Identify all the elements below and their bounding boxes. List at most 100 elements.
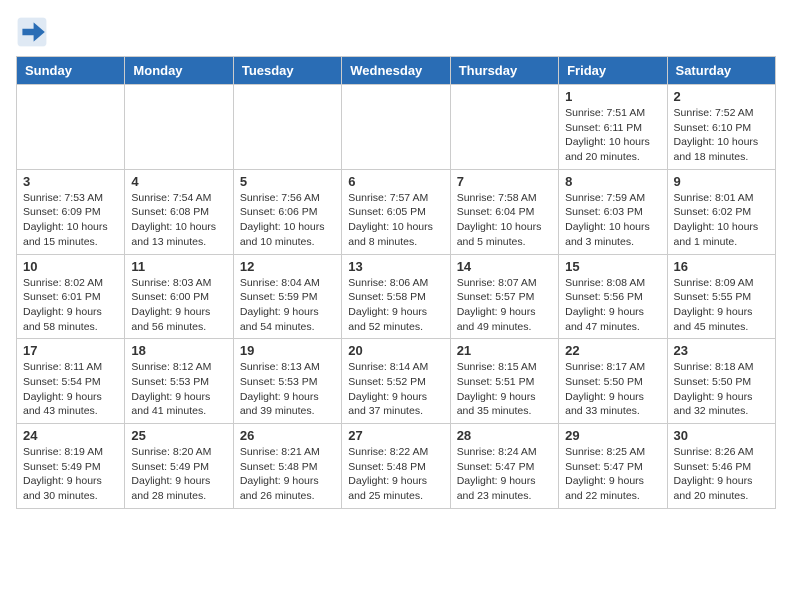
calendar-day-cell: 12 Sunrise: 8:04 AM Sunset: 5:59 PM Dayli…	[233, 254, 341, 339]
weekday-header: Thursday	[450, 57, 558, 85]
day-info: Sunrise: 7:57 AM Sunset: 6:05 PM Dayligh…	[348, 191, 443, 250]
day-number: 14	[457, 259, 552, 274]
day-info: Sunrise: 8:13 AM Sunset: 5:53 PM Dayligh…	[240, 360, 335, 419]
calendar-day-cell: 29 Sunrise: 8:25 AM Sunset: 5:47 PM Dayli…	[559, 424, 667, 509]
calendar-day-cell	[125, 85, 233, 170]
day-info: Sunrise: 8:07 AM Sunset: 5:57 PM Dayligh…	[457, 276, 552, 335]
day-number: 7	[457, 174, 552, 189]
calendar-day-cell	[233, 85, 341, 170]
day-info: Sunrise: 8:15 AM Sunset: 5:51 PM Dayligh…	[457, 360, 552, 419]
weekday-header: Monday	[125, 57, 233, 85]
calendar-week-row: 3 Sunrise: 7:53 AM Sunset: 6:09 PM Daylig…	[17, 169, 776, 254]
day-info: Sunrise: 8:21 AM Sunset: 5:48 PM Dayligh…	[240, 445, 335, 504]
day-number: 27	[348, 428, 443, 443]
day-info: Sunrise: 7:54 AM Sunset: 6:08 PM Dayligh…	[131, 191, 226, 250]
calendar-day-cell: 5 Sunrise: 7:56 AM Sunset: 6:06 PM Daylig…	[233, 169, 341, 254]
day-number: 24	[23, 428, 118, 443]
day-info: Sunrise: 8:19 AM Sunset: 5:49 PM Dayligh…	[23, 445, 118, 504]
day-number: 19	[240, 343, 335, 358]
logo-icon	[16, 16, 48, 48]
day-number: 21	[457, 343, 552, 358]
calendar-day-cell: 23Sunrise: 8:18 AM Sunset: 5:50 PM Dayli…	[667, 339, 775, 424]
calendar-day-cell: 3 Sunrise: 7:53 AM Sunset: 6:09 PM Daylig…	[17, 169, 125, 254]
calendar-day-cell: 16 Sunrise: 8:09 AM Sunset: 5:55 PM Dayli…	[667, 254, 775, 339]
day-number: 16	[674, 259, 769, 274]
day-info: Sunrise: 8:08 AM Sunset: 5:56 PM Dayligh…	[565, 276, 660, 335]
calendar-day-cell: 1 Sunrise: 7:51 AM Sunset: 6:11 PM Daylig…	[559, 85, 667, 170]
page-header	[16, 16, 776, 48]
day-number: 4	[131, 174, 226, 189]
day-info: Sunrise: 8:09 AM Sunset: 5:55 PM Dayligh…	[674, 276, 769, 335]
day-number: 2	[674, 89, 769, 104]
calendar-day-cell: 28 Sunrise: 8:24 AM Sunset: 5:47 PM Dayli…	[450, 424, 558, 509]
day-number: 11	[131, 259, 226, 274]
day-info: Sunrise: 7:58 AM Sunset: 6:04 PM Dayligh…	[457, 191, 552, 250]
day-info: Sunrise: 8:06 AM Sunset: 5:58 PM Dayligh…	[348, 276, 443, 335]
day-info: Sunrise: 8:04 AM Sunset: 5:59 PM Dayligh…	[240, 276, 335, 335]
day-number: 15	[565, 259, 660, 274]
day-info: Sunrise: 8:20 AM Sunset: 5:49 PM Dayligh…	[131, 445, 226, 504]
calendar-day-cell: 17 Sunrise: 8:11 AM Sunset: 5:54 PM Dayli…	[17, 339, 125, 424]
calendar-day-cell	[342, 85, 450, 170]
day-number: 30	[674, 428, 769, 443]
weekday-header: Wednesday	[342, 57, 450, 85]
day-number: 28	[457, 428, 552, 443]
calendar-week-row: 24 Sunrise: 8:19 AM Sunset: 5:49 PM Dayli…	[17, 424, 776, 509]
day-number: 25	[131, 428, 226, 443]
calendar-day-cell: 9Sunrise: 8:01 AM Sunset: 6:02 PM Daylig…	[667, 169, 775, 254]
day-number: 26	[240, 428, 335, 443]
calendar-table: SundayMondayTuesdayWednesdayThursdayFrid…	[16, 56, 776, 509]
day-number: 18	[131, 343, 226, 358]
day-number: 22	[565, 343, 660, 358]
calendar-week-row: 17 Sunrise: 8:11 AM Sunset: 5:54 PM Dayli…	[17, 339, 776, 424]
day-number: 12	[240, 259, 335, 274]
day-number: 8	[565, 174, 660, 189]
day-info: Sunrise: 7:59 AM Sunset: 6:03 PM Dayligh…	[565, 191, 660, 250]
day-info: Sunrise: 8:14 AM Sunset: 5:52 PM Dayligh…	[348, 360, 443, 419]
day-info: Sunrise: 8:25 AM Sunset: 5:47 PM Dayligh…	[565, 445, 660, 504]
day-number: 20	[348, 343, 443, 358]
day-info: Sunrise: 8:18 AM Sunset: 5:50 PM Dayligh…	[674, 360, 769, 419]
day-info: Sunrise: 7:53 AM Sunset: 6:09 PM Dayligh…	[23, 191, 118, 250]
calendar-day-cell: 20 Sunrise: 8:14 AM Sunset: 5:52 PM Dayli…	[342, 339, 450, 424]
day-info: Sunrise: 7:56 AM Sunset: 6:06 PM Dayligh…	[240, 191, 335, 250]
day-number: 5	[240, 174, 335, 189]
day-number: 1	[565, 89, 660, 104]
weekday-header: Friday	[559, 57, 667, 85]
calendar-day-cell: 14 Sunrise: 8:07 AM Sunset: 5:57 PM Dayli…	[450, 254, 558, 339]
calendar-day-cell: 11 Sunrise: 8:03 AM Sunset: 6:00 PM Dayli…	[125, 254, 233, 339]
calendar-day-cell: 15 Sunrise: 8:08 AM Sunset: 5:56 PM Dayli…	[559, 254, 667, 339]
day-info: Sunrise: 8:12 AM Sunset: 5:53 PM Dayligh…	[131, 360, 226, 419]
weekday-header: Sunday	[17, 57, 125, 85]
calendar-day-cell: 2 Sunrise: 7:52 AM Sunset: 6:10 PM Daylig…	[667, 85, 775, 170]
calendar-day-cell: 25 Sunrise: 8:20 AM Sunset: 5:49 PM Dayli…	[125, 424, 233, 509]
calendar-day-cell: 27 Sunrise: 8:22 AM Sunset: 5:48 PM Dayli…	[342, 424, 450, 509]
day-info: Sunrise: 8:11 AM Sunset: 5:54 PM Dayligh…	[23, 360, 118, 419]
calendar-day-cell: 24 Sunrise: 8:19 AM Sunset: 5:49 PM Dayli…	[17, 424, 125, 509]
day-info: Sunrise: 7:52 AM Sunset: 6:10 PM Dayligh…	[674, 106, 769, 165]
calendar-day-cell: 21 Sunrise: 8:15 AM Sunset: 5:51 PM Dayli…	[450, 339, 558, 424]
day-number: 17	[23, 343, 118, 358]
day-info: Sunrise: 8:22 AM Sunset: 5:48 PM Dayligh…	[348, 445, 443, 504]
day-number: 3	[23, 174, 118, 189]
calendar-day-cell: 30Sunrise: 8:26 AM Sunset: 5:46 PM Dayli…	[667, 424, 775, 509]
calendar-day-cell	[450, 85, 558, 170]
calendar-day-cell: 8 Sunrise: 7:59 AM Sunset: 6:03 PM Daylig…	[559, 169, 667, 254]
day-info: Sunrise: 8:17 AM Sunset: 5:50 PM Dayligh…	[565, 360, 660, 419]
calendar-week-row: 10Sunrise: 8:02 AM Sunset: 6:01 PM Dayli…	[17, 254, 776, 339]
day-number: 9	[674, 174, 769, 189]
weekday-header: Saturday	[667, 57, 775, 85]
calendar-day-cell: 6 Sunrise: 7:57 AM Sunset: 6:05 PM Daylig…	[342, 169, 450, 254]
calendar-day-cell: 4 Sunrise: 7:54 AM Sunset: 6:08 PM Daylig…	[125, 169, 233, 254]
day-info: Sunrise: 8:03 AM Sunset: 6:00 PM Dayligh…	[131, 276, 226, 335]
weekday-header: Tuesday	[233, 57, 341, 85]
day-info: Sunrise: 7:51 AM Sunset: 6:11 PM Dayligh…	[565, 106, 660, 165]
day-info: Sunrise: 8:24 AM Sunset: 5:47 PM Dayligh…	[457, 445, 552, 504]
day-number: 13	[348, 259, 443, 274]
calendar-header-row: SundayMondayTuesdayWednesdayThursdayFrid…	[17, 57, 776, 85]
day-number: 29	[565, 428, 660, 443]
calendar-day-cell: 22 Sunrise: 8:17 AM Sunset: 5:50 PM Dayli…	[559, 339, 667, 424]
calendar-day-cell: 26 Sunrise: 8:21 AM Sunset: 5:48 PM Dayli…	[233, 424, 341, 509]
day-number: 6	[348, 174, 443, 189]
calendar-day-cell: 19 Sunrise: 8:13 AM Sunset: 5:53 PM Dayli…	[233, 339, 341, 424]
